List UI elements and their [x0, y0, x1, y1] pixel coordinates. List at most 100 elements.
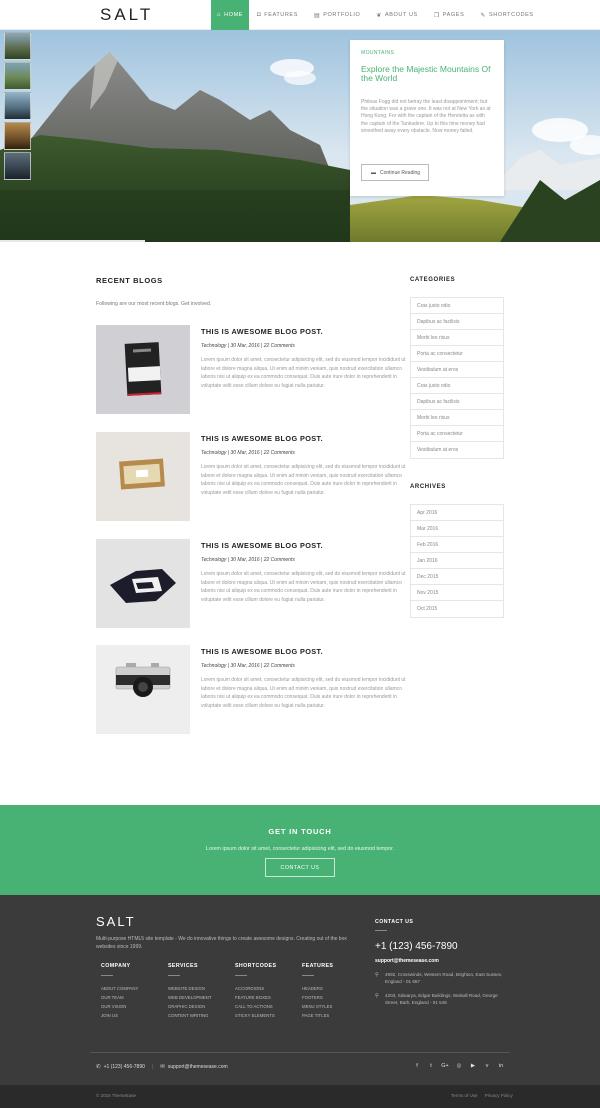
divider: [168, 975, 180, 976]
slider-thumb-5[interactable]: [4, 152, 31, 180]
footer-link[interactable]: FEATURE BOXES: [235, 993, 297, 1002]
archive-link[interactable]: Feb 2016: [411, 537, 503, 553]
category-link[interactable]: Vestibulum at eros: [411, 442, 503, 458]
terms-link[interactable]: Terms of Use: [451, 1093, 478, 1098]
divider: [235, 975, 247, 976]
footer-link[interactable]: WEBSITE DESIGN: [168, 984, 230, 993]
linkedin-icon[interactable]: in: [494, 1063, 508, 1069]
footer-logo[interactable]: SALT: [96, 914, 136, 929]
nav-item-home[interactable]: ⌂ HOME: [211, 0, 249, 30]
footer-bottom-email[interactable]: support@themesease.com: [168, 1064, 228, 1070]
category-link[interactable]: Vestibulum at eros: [411, 362, 503, 378]
categories-heading: CATEGORIES: [410, 277, 456, 283]
contact-phone[interactable]: +1 (123) 456-7890: [375, 941, 505, 952]
category-link[interactable]: Cras justo odio: [411, 378, 503, 394]
footer-link[interactable]: FOOTERS: [302, 993, 364, 1002]
twitter-icon[interactable]: t: [424, 1063, 438, 1069]
footer-link[interactable]: JOIN US: [101, 1011, 163, 1020]
blog-post: THIS IS AWESOME BLOG POST. Technology | …: [96, 539, 406, 629]
nav-item-features[interactable]: ◘ FEATURES: [249, 0, 306, 30]
slider-thumb-4[interactable]: [4, 122, 31, 150]
instagram-icon[interactable]: ◎: [452, 1063, 466, 1069]
category-link[interactable]: Morbi leo risus: [411, 410, 503, 426]
archive-link[interactable]: Mar 2016: [411, 521, 503, 537]
slider-thumb-1[interactable]: [4, 32, 31, 60]
contact-address: ⚲ 4992, Crosswinds, Western Road, Bright…: [375, 972, 505, 985]
location-icon: ⚲: [375, 993, 379, 1000]
nav-item-pages[interactable]: ❐ PAGES: [426, 0, 473, 30]
archive-link[interactable]: Jan 2016: [411, 553, 503, 569]
footer: SALT Multi-purpose HTML5 site template -…: [0, 895, 600, 1085]
category-link[interactable]: Porta ac consectetur: [411, 426, 503, 442]
footer-link[interactable]: OUR VISION: [101, 1002, 163, 1011]
footer-description: Multi-purpose HTML5 site template - We d…: [96, 936, 347, 950]
footer-link[interactable]: GRAPHIC DESIGN: [168, 1002, 230, 1011]
divider: [302, 975, 314, 976]
category-link[interactable]: Dapibus ac facilisis: [411, 314, 503, 330]
camera-image[interactable]: [96, 645, 190, 734]
footer-link[interactable]: ACCORDIONS: [235, 984, 297, 993]
vimeo-icon[interactable]: v: [480, 1063, 494, 1069]
footer-link[interactable]: CONTENT WRITING: [168, 1011, 230, 1020]
archive-link[interactable]: Oct 2015: [411, 601, 503, 617]
footer-link[interactable]: OUR TEAM: [101, 993, 163, 1002]
continue-reading-button[interactable]: ▬ Continue Reading: [361, 164, 429, 181]
business-card-image[interactable]: [96, 325, 190, 414]
footer-link[interactable]: ABOUT COMPANY: [101, 984, 163, 993]
wooden-card-image[interactable]: [96, 432, 190, 521]
footer-column-company: COMPANY ABOUT COMPANY OUR TEAM OUR VISIO…: [101, 963, 163, 1020]
footer-link[interactable]: WEB DEVELOPMENT: [168, 993, 230, 1002]
blog-post-title[interactable]: THIS IS AWESOME BLOG POST.: [201, 434, 323, 443]
footer-column-features: FEATURES HEADERS FOOTERS MENU STYLES PAG…: [302, 963, 364, 1020]
top-navbar: SALT ⌂ HOME ◘ FEATURES ▤ PORTFOLIO ❦ ABOUT US ❐ P…: [0, 0, 600, 30]
footer-bottom-phone[interactable]: +1 (123) 456-7890: [104, 1064, 145, 1070]
contact-us-button[interactable]: CONTACT US: [265, 858, 335, 877]
blog-post-title[interactable]: THIS IS AWESOME BLOG POST.: [201, 647, 323, 656]
category-link[interactable]: Porta ac consectetur: [411, 346, 503, 362]
footer-link[interactable]: STICKY ELEMENTS: [235, 1011, 297, 1020]
about-icon: ❦: [376, 12, 382, 19]
archive-link[interactable]: Nov 2015: [411, 585, 503, 601]
archive-link[interactable]: Dec 2015: [411, 569, 503, 585]
features-icon: ◘: [257, 12, 262, 18]
separator: |: [151, 1064, 154, 1070]
blog-post-body: Lorem ipsum dolor sit amet, consectetur …: [201, 357, 406, 389]
google-plus-icon[interactable]: G+: [438, 1063, 452, 1069]
site-logo[interactable]: SALT: [100, 5, 153, 25]
blog-post-title[interactable]: THIS IS AWESOME BLOG POST.: [201, 541, 323, 550]
social-links: f t G+ ◎ ▶ v in: [410, 1063, 508, 1069]
contact-email[interactable]: support@themesease.com: [375, 958, 505, 964]
nav-item-portfolio[interactable]: ▤ PORTFOLIO: [306, 0, 368, 30]
category-link[interactable]: Cras justo odio: [411, 298, 503, 314]
footer-link[interactable]: PAGE TITLES: [302, 1011, 364, 1020]
slider-progress-bar: [0, 240, 145, 242]
hero-category[interactable]: MOUNTAINS: [361, 50, 493, 56]
folded-card-image[interactable]: [96, 539, 190, 628]
category-link[interactable]: Dapibus ac facilisis: [411, 394, 503, 410]
nav-item-label: ABOUT US: [384, 12, 418, 18]
facebook-icon[interactable]: f: [410, 1063, 424, 1069]
nav-item-label: PORTFOLIO: [323, 12, 361, 18]
blog-post-title[interactable]: THIS IS AWESOME BLOG POST.: [201, 327, 323, 336]
nav-item-about-us[interactable]: ❦ ABOUT US: [368, 0, 425, 30]
footer-link[interactable]: CALL TO ACTIONS: [235, 1002, 297, 1011]
hero-title[interactable]: Explore the Majestic Mountains Of the Wo…: [361, 65, 493, 83]
category-link[interactable]: Morbi leo risus: [411, 330, 503, 346]
youtube-icon[interactable]: ▶: [466, 1063, 480, 1069]
mail-icon: ✉: [160, 1064, 165, 1070]
blog-post-meta: Technology | 30 Mar, 2016 | 22 Comments: [201, 557, 295, 563]
hero-slider: [0, 30, 600, 242]
contact-heading: CONTACT US: [375, 919, 414, 925]
footer-link[interactable]: MENU STYLES: [302, 1002, 364, 1011]
archive-link[interactable]: Apr 2016: [411, 505, 503, 521]
footer-column-services: SERVICES WEBSITE DESIGN WEB DEVELOPMENT …: [168, 963, 230, 1020]
nav-item-shortcodes[interactable]: ✎ SHORTCODES: [472, 0, 541, 30]
slider-thumb-2[interactable]: [4, 62, 31, 90]
copyright-bar: © 2016 ThemeEase Terms of Use Privacy Po…: [0, 1085, 600, 1108]
privacy-link[interactable]: Privacy Policy: [485, 1093, 513, 1098]
slider-thumb-3[interactable]: [4, 92, 31, 120]
pages-icon: ❐: [433, 12, 440, 19]
blog-post: THIS IS AWESOME BLOG POST. Technology | …: [96, 645, 406, 735]
footer-link[interactable]: HEADERS: [302, 984, 364, 993]
nav-item-label: HOME: [224, 12, 244, 18]
